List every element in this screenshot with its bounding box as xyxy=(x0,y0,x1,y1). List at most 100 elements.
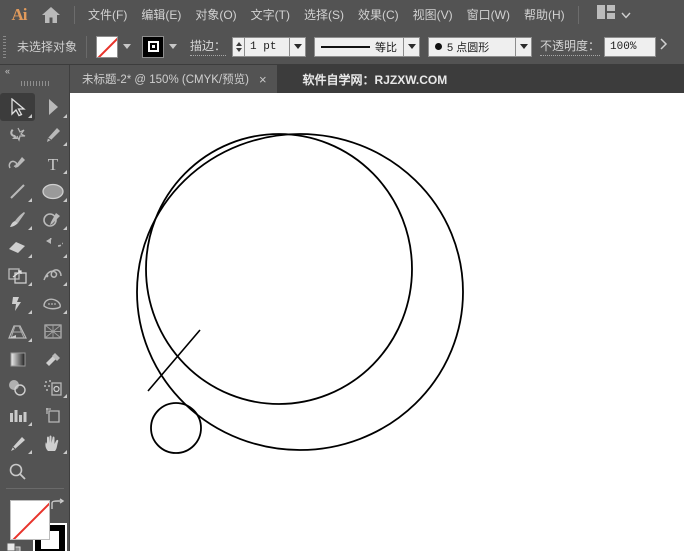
close-icon[interactable]: × xyxy=(259,73,267,86)
stroke-profile-preview-icon xyxy=(321,45,371,48)
tool-empty-slot xyxy=(35,457,70,485)
fill-color-swatch[interactable] xyxy=(96,35,119,58)
menu-object[interactable]: 对象(O) xyxy=(188,2,243,28)
opacity-label[interactable]: 不透明度： xyxy=(540,37,601,56)
paintbrush-tool[interactable] xyxy=(0,205,35,233)
artwork-svg xyxy=(136,133,464,454)
eyedropper-tool[interactable] xyxy=(35,345,70,373)
illustrator-window: Ai 文件(F) 编辑(E) 对象(O) 文字(T) 选择(S) 效果(C) 视… xyxy=(0,0,684,551)
app-logo: Ai xyxy=(11,4,28,24)
tool-flyout-indicator xyxy=(28,198,32,202)
zoom-tool[interactable] xyxy=(0,457,35,485)
menu-file[interactable]: 文件(F) xyxy=(81,2,134,28)
opacity-value[interactable]: 100% xyxy=(604,36,657,57)
default-colors-icon[interactable] xyxy=(6,542,22,551)
menu-bar: Ai 文件(F) 编辑(E) 对象(O) 文字(T) 选择(S) 效果(C) 视… xyxy=(0,0,684,29)
artboard-tool[interactable] xyxy=(35,401,70,429)
fill-swatch-dropdown[interactable] xyxy=(119,36,135,58)
blend-tool[interactable] xyxy=(0,373,35,401)
menu-help[interactable]: 帮助(H) xyxy=(517,2,572,28)
control-divider-1 xyxy=(86,35,88,58)
shape-builder-tool[interactable] xyxy=(35,289,70,317)
inner-circle[interactable] xyxy=(145,133,413,405)
menu-divider-2 xyxy=(577,5,579,24)
tool-panel-divider xyxy=(6,488,64,489)
tool-flyout-indicator xyxy=(63,310,67,314)
menu-edit[interactable]: 编辑(E) xyxy=(134,2,188,28)
stepper-arrows[interactable] xyxy=(232,36,245,57)
stroke-profile-dropdown[interactable] xyxy=(404,36,421,57)
column-graph-tool[interactable] xyxy=(0,401,35,429)
width-tool[interactable] xyxy=(35,261,70,289)
type-tool[interactable]: T xyxy=(35,149,70,177)
tool-panel-grip[interactable] xyxy=(0,77,69,90)
line-segment-tool[interactable] xyxy=(0,177,35,205)
eraser-tool[interactable] xyxy=(0,233,35,261)
direct-selection-tool[interactable] xyxy=(35,93,70,121)
svg-text:T: T xyxy=(47,155,58,173)
swap-arrow-icon[interactable] xyxy=(49,498,65,517)
perspective-grid-tool[interactable] xyxy=(0,317,35,345)
stroke-weight-value[interactable]: 1 pt xyxy=(244,36,291,57)
color-swatch-area xyxy=(0,496,69,551)
mesh-tool[interactable] xyxy=(35,317,70,345)
free-transform-tool[interactable] xyxy=(0,289,35,317)
document-tab-title: 未标题-2* @ 150% (CMYK/预览) xyxy=(82,74,249,86)
tool-flyout-indicator xyxy=(28,254,32,258)
fill-swatch-large[interactable] xyxy=(10,500,50,540)
tool-flyout-indicator xyxy=(63,282,67,286)
menu-view[interactable]: 视图(V) xyxy=(406,2,460,28)
magic-wand-tool[interactable] xyxy=(0,121,35,149)
rotate-tool[interactable] xyxy=(35,233,70,261)
tool-flyout-indicator xyxy=(28,114,32,118)
selection-status: 未选择对象 xyxy=(17,40,78,54)
stroke-color-swatch[interactable] xyxy=(142,35,165,58)
control-bar: 未选择对象 描边： 1 pt 等比 5 点圆形 不透明度： 100% xyxy=(0,29,684,65)
menu-effect[interactable]: 效果(C) xyxy=(351,2,406,28)
tool-flyout-indicator xyxy=(28,282,32,286)
tool-flyout-indicator xyxy=(63,450,67,454)
ellipse-tool[interactable] xyxy=(35,177,70,205)
tool-flyout-indicator xyxy=(28,450,32,454)
stroke-profile-select[interactable]: 等比 xyxy=(314,36,405,57)
brush-definition-select[interactable]: 5 点圆形 xyxy=(428,36,517,57)
tool-flyout-indicator xyxy=(28,338,32,342)
stroke-weight-stepper[interactable]: 1 pt xyxy=(232,36,307,57)
document-tab[interactable]: 未标题-2* @ 150% (CMYK/预览) × xyxy=(70,65,277,93)
workspace-switcher[interactable] xyxy=(596,5,631,24)
stroke-weight-dropdown[interactable] xyxy=(290,36,307,57)
tool-flyout-indicator xyxy=(28,226,32,230)
shaper-tool[interactable] xyxy=(35,205,70,233)
tool-flyout-indicator xyxy=(63,394,67,398)
scale-tool[interactable] xyxy=(0,261,35,289)
hand-tool[interactable] xyxy=(35,429,70,457)
stroke-swatch-dropdown[interactable] xyxy=(165,36,181,58)
slice-tool[interactable] xyxy=(0,429,35,457)
symbol-sprayer-tool[interactable] xyxy=(35,373,70,401)
tool-flyout-indicator xyxy=(63,142,67,146)
tool-flyout-indicator xyxy=(28,310,32,314)
menu-type[interactable]: 文字(T) xyxy=(244,2,297,28)
menu-divider xyxy=(74,5,75,24)
diagonal-line[interactable] xyxy=(147,329,201,392)
stroke-profile-label: 等比 xyxy=(375,41,398,54)
curvature-tool[interactable] xyxy=(0,149,35,177)
gradient-tool[interactable] xyxy=(0,345,35,373)
artboard-canvas[interactable] xyxy=(70,93,684,551)
pen-tool[interactable] xyxy=(35,121,70,149)
selection-tool[interactable] xyxy=(0,93,35,121)
tool-flyout-indicator xyxy=(63,170,67,174)
collapse-panel-button[interactable]: « xyxy=(0,65,69,77)
small-circle[interactable] xyxy=(150,402,202,454)
chevron-right-icon[interactable] xyxy=(658,37,669,56)
tool-panel: « T xyxy=(0,65,70,551)
home-icon[interactable] xyxy=(34,0,68,29)
stroke-weight-label[interactable]: 描边： xyxy=(190,37,227,56)
document-tab-bar: 未标题-2* @ 150% (CMYK/预览) × 软件自学网：RJZXW.CO… xyxy=(70,65,684,93)
tool-flyout-indicator xyxy=(63,254,67,258)
menu-window[interactable]: 窗口(W) xyxy=(460,2,517,28)
menu-select[interactable]: 选择(S) xyxy=(297,2,351,28)
control-bar-grip[interactable] xyxy=(0,29,9,65)
tool-flyout-indicator xyxy=(63,114,67,118)
brush-definition-dropdown[interactable] xyxy=(516,36,533,57)
